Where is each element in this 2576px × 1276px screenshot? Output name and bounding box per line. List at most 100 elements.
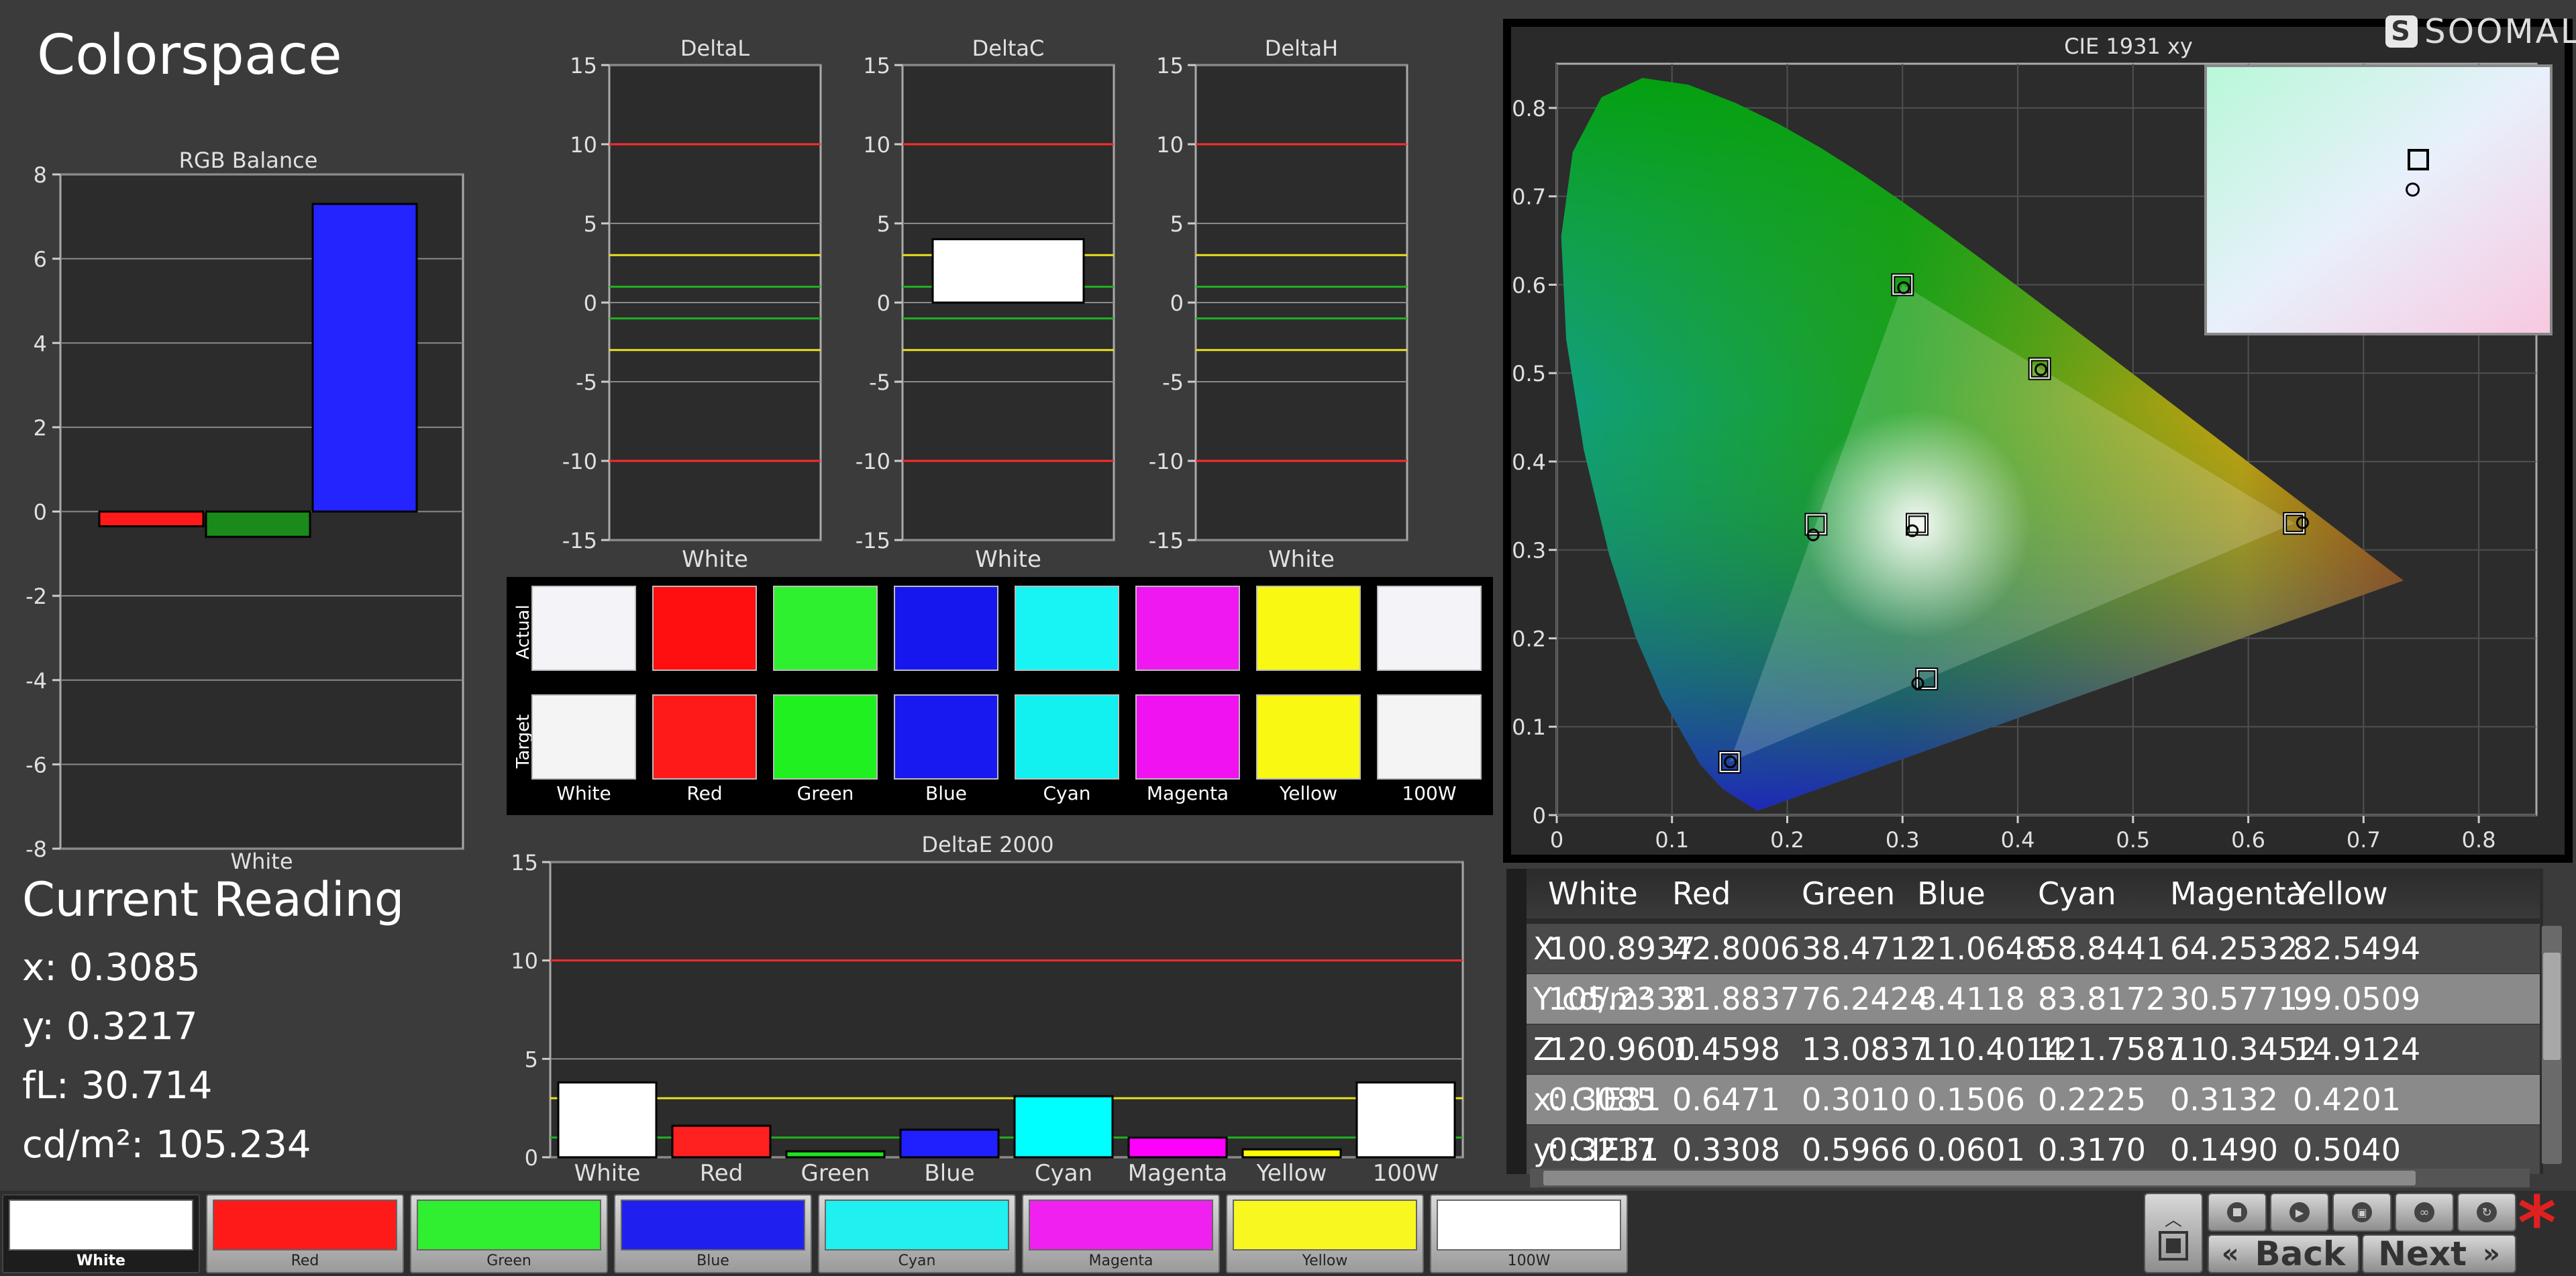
swatch-button-cyan[interactable]: Cyan: [818, 1194, 1016, 1273]
refresh-button[interactable]: ↻: [2457, 1193, 2516, 1232]
target-patch-cyan: [1015, 694, 1119, 780]
table-cell: 0.3085: [1548, 1081, 1656, 1118]
back-button[interactable]: « Back: [2208, 1234, 2359, 1273]
play-button[interactable]: ▶: [2270, 1193, 2329, 1232]
brand-logo: S SOOMAL: [2385, 12, 2576, 51]
deltae-y-tick-label: 0: [525, 1145, 538, 1171]
table-vscroll-thumb[interactable]: [2543, 953, 2561, 1060]
delta-chart-deltac: DeltaC 15 10 5 0 -5 -10 -15 White: [856, 36, 1115, 573]
swatch-label: Yellow: [1302, 1253, 1348, 1269]
actual-patch-100w: [1377, 586, 1482, 671]
deltae-bar-blue: [899, 1128, 1000, 1159]
swatch-button-100w[interactable]: 100W: [1430, 1194, 1628, 1273]
cie-y-tick-label: 0.5: [1512, 361, 1546, 386]
patch-label: Yellow: [1279, 782, 1338, 804]
swatch-button-magenta[interactable]: Magenta: [1022, 1194, 1220, 1273]
table-header-row: White Red Green Blue Cyan Magenta Yellow: [1506, 869, 2540, 918]
table-cell: 0.1506: [1917, 1081, 2025, 1118]
actual-patch-blue: [894, 586, 998, 671]
loop-button[interactable]: ∞: [2395, 1193, 2454, 1232]
stop-button[interactable]: [2208, 1193, 2267, 1232]
actual-patch-red: [652, 586, 757, 671]
up-chevron-icon: ︿: [2164, 1210, 2182, 1230]
target-patch-green: [773, 694, 878, 780]
table-cell: 83.8172: [2038, 981, 2166, 1017]
target-patch-white: [531, 694, 636, 780]
table-cell: 121.7587: [2038, 1031, 2185, 1067]
cie-y-tick-label: 0.1: [1512, 714, 1546, 740]
refresh-icon: ↻: [2477, 1202, 2497, 1222]
delta-category-label: White: [682, 546, 748, 573]
actual-patch-green: [773, 586, 878, 671]
actual-patch-white: [531, 586, 636, 671]
patch-panel: Actual Target White Red Green Blue Cyan Magen…: [507, 577, 1493, 815]
cie-x-tick-label: 0.5: [2116, 827, 2150, 853]
asterisk-icon[interactable]: *: [2518, 1186, 2557, 1260]
table-row: Z 120.9600 1.4598 13.0837 110.4014 121.7587 11…: [1506, 1024, 2540, 1074]
swatch-color: [417, 1200, 601, 1251]
table-vscrollbar[interactable]: [2542, 926, 2562, 1164]
patch-label: Magenta: [1146, 782, 1229, 804]
table-cell: 0.3010: [1802, 1081, 1910, 1118]
brand-name: SOOMAL: [2424, 12, 2576, 51]
deltae-bar-green: [785, 1150, 886, 1159]
target-patch-yellow: [1256, 694, 1361, 780]
delta-y-tick-label: -10: [562, 449, 597, 474]
swatch-label: White: [76, 1253, 125, 1269]
rgb-bar-red: [98, 511, 205, 527]
reading-fl: fL: 30.714: [22, 1064, 213, 1108]
table-row: X 100.8937 42.8006 38.4712 21.0648 58.8441 64.…: [1506, 924, 2540, 973]
rgb-y-tick-label: -8: [25, 837, 47, 862]
table-cell: 42.8006: [1672, 931, 1800, 967]
table-cell: 8.4118: [1917, 981, 2025, 1017]
stop-toggle-button[interactable]: ︿: [2144, 1193, 2203, 1273]
swatch-color: [1437, 1200, 1621, 1251]
delta-y-tick-label: 0: [1170, 290, 1184, 316]
cie-x-tick-label: 0.2: [1770, 827, 1804, 853]
cie-x-tick-label: 0.6: [2231, 827, 2265, 853]
delta-y-tick-label: 15: [863, 53, 890, 78]
table-cell: 0.6471: [1672, 1081, 1780, 1118]
delta-chart-deltal: DeltaL 15 10 5 0 -5 -10 -15 White: [562, 36, 822, 573]
delta-charts: DeltaL 15 10 5 0 -5 -10 -15 White DeltaC 15 10 5 0 -5 -…: [562, 36, 1408, 573]
target-patch-blue: [894, 694, 998, 780]
table-cell: 99.0509: [2293, 981, 2421, 1017]
next-label: Next: [2378, 1234, 2467, 1273]
swatch-button-yellow[interactable]: Yellow: [1226, 1194, 1424, 1273]
table-hscroll-thumb[interactable]: [1543, 1171, 2416, 1185]
table-cell: 0.2225: [2038, 1081, 2146, 1118]
cie-zoom-inset: [2204, 64, 2553, 335]
cie-title: CIE 1931 xy: [2064, 34, 2193, 59]
table-cell: 21.0648: [1917, 931, 2045, 967]
swatch-color: [9, 1200, 193, 1251]
deltae-plot-area: [549, 861, 1464, 1159]
swatch-label: Blue: [697, 1253, 729, 1269]
swatch-button-green[interactable]: Green: [410, 1194, 608, 1273]
table-cell: 0.4201: [2293, 1081, 2401, 1118]
deltae-category-label: Blue: [924, 1160, 974, 1187]
swatch-button-red[interactable]: Red: [206, 1194, 404, 1273]
deltae-bar-red: [671, 1124, 772, 1159]
delta-category-label: White: [975, 546, 1041, 573]
cie-y-tick-label: 0.4: [1512, 449, 1546, 475]
swatch-button-blue[interactable]: Blue: [614, 1194, 812, 1273]
deltae-category-label: Red: [700, 1160, 743, 1187]
delta-chart-title: DeltaH: [1265, 36, 1338, 61]
swatch-button-white[interactable]: White: [2, 1194, 200, 1273]
save-button[interactable]: ▣: [2332, 1193, 2391, 1232]
deltae-y-tick-label: 5: [525, 1047, 538, 1072]
swatch-color: [621, 1200, 805, 1251]
actual-patch-yellow: [1256, 586, 1361, 671]
deltae-category-label: Yellow: [1256, 1160, 1327, 1187]
table-cell: 82.5494: [2293, 931, 2421, 967]
actual-patch-magenta: [1135, 586, 1240, 671]
table-cell: 0.3132: [2170, 1081, 2278, 1118]
next-button[interactable]: Next »: [2362, 1234, 2516, 1273]
delta-y-tick-label: -15: [562, 528, 597, 553]
save-icon: ▣: [2352, 1202, 2372, 1222]
delta-y-tick-label: 5: [1170, 211, 1184, 237]
rgb-balance-chart: RGB Balance 8 6 4 2 0 -2 -4 -6 -8 White: [25, 148, 464, 874]
current-reading-title: Current Reading: [22, 872, 405, 927]
swatch-color: [1233, 1200, 1417, 1251]
table-hscrollbar[interactable]: [1530, 1169, 2530, 1187]
